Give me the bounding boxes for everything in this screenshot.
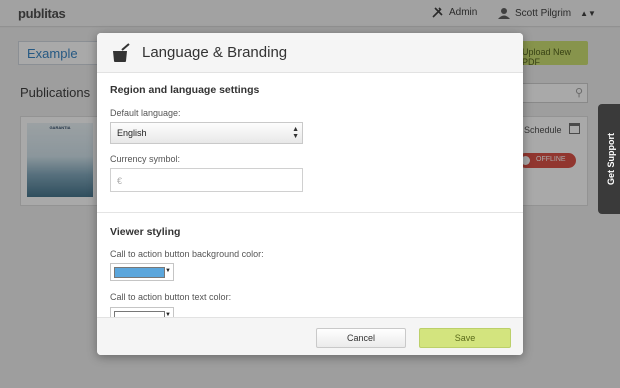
cta-bg-color-label: Call to action button background color:: [110, 249, 264, 259]
region-section-title: Region and language settings: [110, 84, 260, 96]
cta-text-color-label: Call to action button text color:: [110, 292, 232, 302]
currency-placeholder: €: [117, 176, 123, 186]
paint-bucket-icon: [113, 43, 130, 62]
select-arrows-icon: ▲ ▼: [292, 126, 299, 140]
dialog-title: Language & Branding: [142, 44, 288, 61]
dialog-footer: Cancel Save: [97, 317, 523, 355]
save-button[interactable]: Save: [419, 328, 511, 348]
chevron-down-icon: ▼: [165, 268, 171, 274]
currency-symbol-input[interactable]: €: [110, 168, 303, 192]
currency-label: Currency symbol:: [110, 154, 181, 164]
cancel-button[interactable]: Cancel: [316, 328, 406, 348]
cta-text-color-picker[interactable]: ▼: [110, 307, 174, 317]
language-branding-dialog: Language & Branding Region and language …: [97, 33, 523, 355]
section-divider: [97, 212, 523, 213]
dialog-body[interactable]: Region and language settings Default lan…: [97, 74, 523, 317]
default-language-value: English: [117, 128, 147, 138]
default-language-label: Default language:: [110, 108, 181, 118]
dialog-header: Language & Branding: [97, 33, 523, 73]
default-language-select[interactable]: English ▲ ▼: [110, 122, 303, 144]
get-support-tab[interactable]: Get Support: [598, 104, 620, 214]
cta-bg-color-picker[interactable]: ▼: [110, 263, 174, 281]
viewer-section-title: Viewer styling: [110, 226, 181, 238]
get-support-label: Get Support: [606, 133, 616, 185]
cta-bg-color-swatch: [114, 267, 165, 278]
